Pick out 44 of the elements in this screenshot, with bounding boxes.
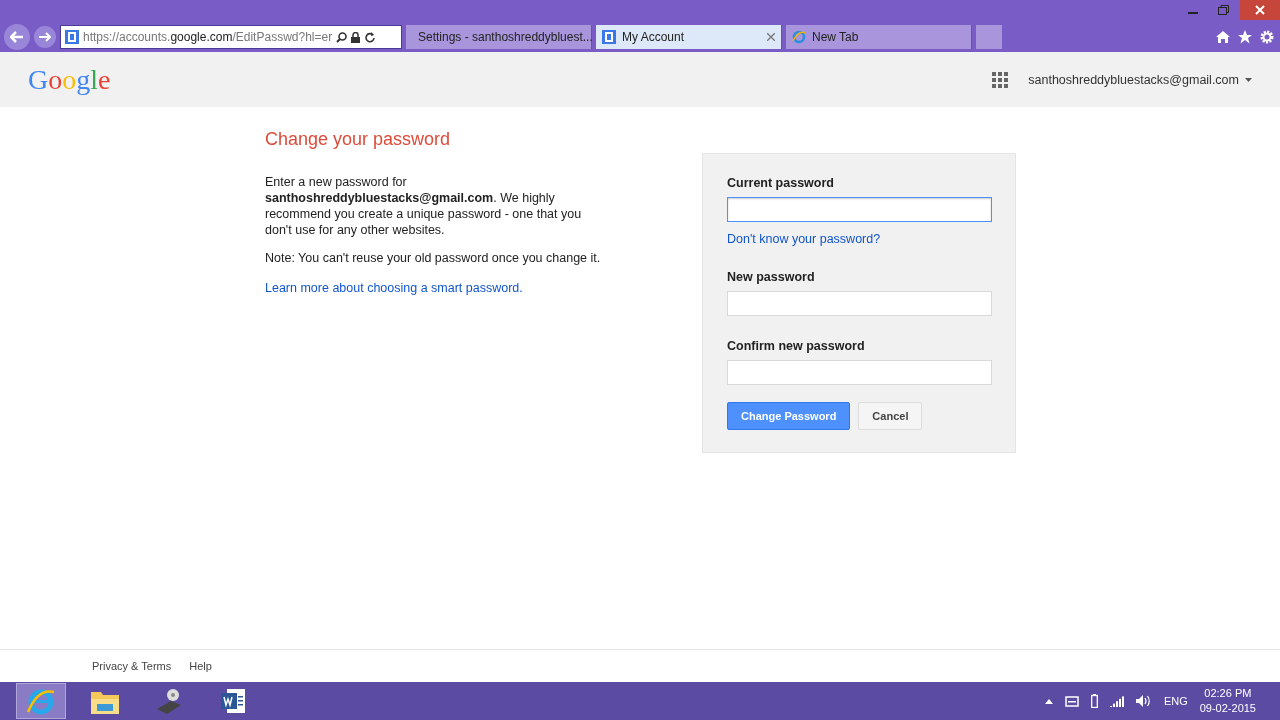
caret-icon[interactable] bbox=[1044, 698, 1053, 704]
field-label: Confirm new password bbox=[727, 339, 866, 353]
search-icon[interactable] bbox=[336, 31, 348, 43]
star-icon[interactable] bbox=[1238, 30, 1252, 44]
footer-link[interactable]: Privacy & Terms bbox=[92, 660, 172, 672]
forgot-password-link[interactable]: Don't know your password? bbox=[727, 232, 881, 246]
address-bar[interactable]: https://accounts.google.com/EditPasswd?hl=er bbox=[60, 25, 402, 49]
document-icon[interactable] bbox=[219, 687, 247, 715]
password-field[interactable] bbox=[727, 197, 992, 222]
intro-text: Enter a new password for santhoshreddybluestacks@gmail.com. We highly recommend you create a unique password - one that you don't use for any other websites. bbox=[265, 174, 583, 238]
battery-icon[interactable] bbox=[1090, 694, 1098, 708]
page-title: Change your password bbox=[265, 129, 452, 150]
note-text: Note: You can't reuse your old password once you change it. bbox=[265, 250, 597, 266]
home-icon[interactable] bbox=[1216, 30, 1230, 44]
gear-icon[interactable] bbox=[155, 687, 183, 715]
back-button[interactable] bbox=[4, 24, 30, 50]
browser-tab[interactable]: Settings - santhoshreddybluest... bbox=[406, 25, 592, 49]
field-label: Current password bbox=[727, 176, 835, 190]
browser-tab[interactable]: New Tab bbox=[786, 25, 972, 49]
footer-link[interactable]: Help bbox=[189, 660, 212, 672]
forward-button[interactable] bbox=[34, 26, 56, 48]
forward-arrow-icon bbox=[39, 32, 51, 42]
settings-icon[interactable] bbox=[1260, 30, 1274, 44]
signal-icon[interactable] bbox=[1109, 695, 1124, 707]
browser-tab[interactable]: My Account bbox=[596, 25, 782, 49]
field-label: New password bbox=[727, 270, 816, 284]
apps-grid-icon[interactable] bbox=[992, 71, 1009, 88]
language-indicator[interactable]: ENG bbox=[1163, 695, 1188, 707]
restore-icon[interactable] bbox=[1217, 5, 1229, 15]
account-email[interactable]: santhoshreddybluestacks@gmail.com bbox=[1028, 72, 1239, 87]
learn-more-link[interactable]: Learn more about choosing a smart password. bbox=[265, 281, 523, 295]
clock[interactable]: 02:26 PM 09-02-2015 bbox=[1199, 686, 1256, 716]
close-icon[interactable] bbox=[767, 33, 775, 41]
caret-icon[interactable] bbox=[1245, 77, 1252, 82]
lock-icon[interactable] bbox=[351, 31, 361, 43]
url-text: https://accounts.google.com/EditPasswd?hl=er bbox=[83, 30, 333, 44]
back-arrow-icon bbox=[10, 31, 24, 43]
keyboard-icon[interactable] bbox=[1064, 695, 1079, 707]
refresh-icon[interactable] bbox=[364, 31, 376, 43]
browser-icon bbox=[792, 30, 806, 44]
page-icon bbox=[602, 30, 616, 44]
site-icon bbox=[65, 30, 79, 44]
speaker-icon[interactable] bbox=[1135, 695, 1152, 707]
cancel-button[interactable]: Cancel bbox=[858, 402, 923, 430]
